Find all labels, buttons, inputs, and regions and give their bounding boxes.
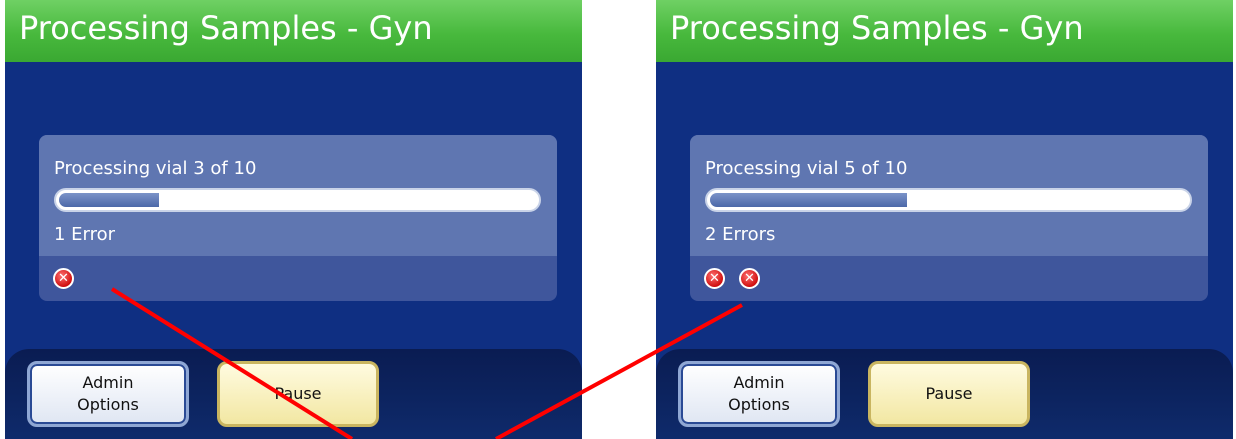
progress-fill — [710, 193, 907, 207]
title-bar: Processing Samples - Gyn — [5, 0, 582, 62]
title-bar: Processing Samples - Gyn — [656, 0, 1233, 62]
pause-button[interactable]: Pause — [217, 361, 379, 427]
page-title: Processing Samples - Gyn — [19, 9, 433, 47]
status-text: Processing vial 3 of 10 — [54, 158, 257, 179]
pause-button[interactable]: Pause — [868, 361, 1030, 427]
progress-fill — [59, 193, 160, 207]
error-x-icon[interactable]: ✕ — [704, 268, 725, 289]
page-title: Processing Samples - Gyn — [670, 9, 1084, 47]
progress-panel-header: Processing vial 5 of 10 2 Errors — [690, 135, 1208, 256]
progress-panel: Processing vial 5 of 10 2 Errors ✕ ✕ — [690, 135, 1208, 301]
errors-label: 2 Errors — [705, 224, 776, 245]
admin-options-button[interactable]: Admin Options — [678, 361, 840, 427]
progress-bar — [54, 188, 541, 212]
admin-options-button[interactable]: Admin Options — [27, 361, 189, 427]
status-text: Processing vial 5 of 10 — [705, 158, 908, 179]
error-icons: ✕ ✕ — [704, 268, 760, 289]
error-x-icon[interactable]: ✕ — [739, 268, 760, 289]
error-x-icon[interactable]: ✕ — [53, 268, 74, 289]
progress-panel: Processing vial 3 of 10 1 Error ✕ — [39, 135, 557, 301]
screen-right: Processing Samples - Gyn Processing vial… — [656, 0, 1233, 439]
screen-left: Processing Samples - Gyn Processing vial… — [5, 0, 582, 439]
progress-panel-header: Processing vial 3 of 10 1 Error — [39, 135, 557, 256]
error-icons: ✕ — [53, 268, 74, 289]
progress-bar — [705, 188, 1192, 212]
errors-label: 1 Error — [54, 224, 116, 245]
